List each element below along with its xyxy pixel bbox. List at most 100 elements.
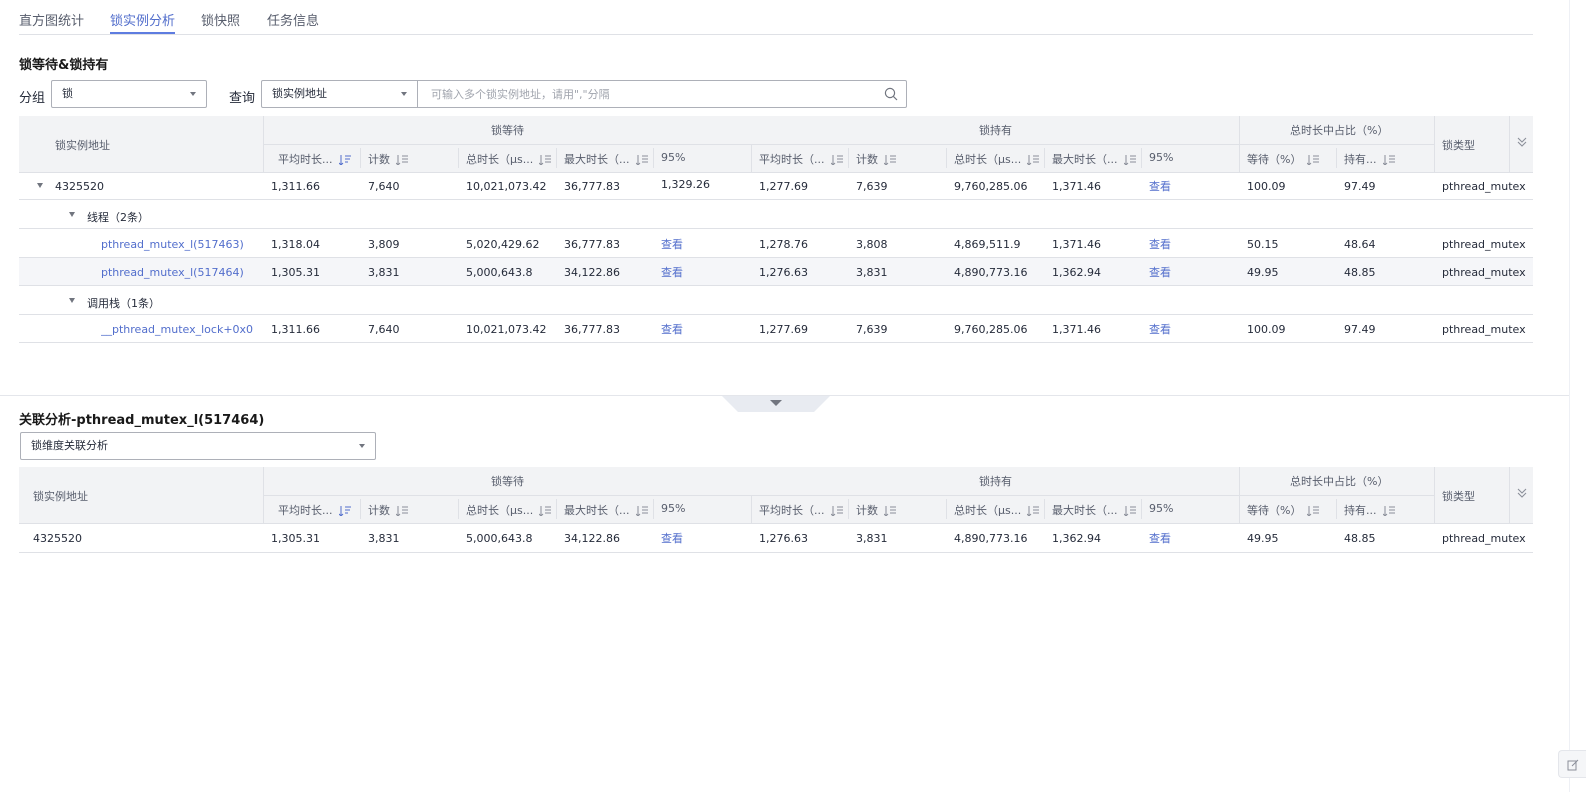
sort-icon[interactable]: [1123, 506, 1136, 516]
col-header-wait-max[interactable]: 最大时长（...: [564, 151, 651, 167]
query-type-select[interactable]: 锁实例地址: [261, 80, 418, 108]
group-label-threads: 线程（2条）: [87, 211, 149, 224]
tree-group-stacks[interactable]: 调用栈（1条）: [19, 287, 1533, 315]
cell-wait-count: 3,831: [368, 266, 400, 279]
sort-icon[interactable]: [338, 506, 351, 516]
cell-ratio-wait: 49.95: [1247, 266, 1279, 279]
feedback-edit-button[interactable]: [1558, 750, 1586, 778]
col-header-hold-max[interactable]: 最大时长（...: [1052, 151, 1139, 167]
sort-icon[interactable]: [635, 155, 648, 165]
sort-icon[interactable]: [830, 155, 843, 165]
col-header-wait-max[interactable]: 最大时长（...: [564, 502, 651, 518]
col-header-ratio-hold[interactable]: 持有...: [1344, 151, 1432, 167]
scrollbar-track[interactable]: [1569, 0, 1570, 792]
thread-link[interactable]: pthread_mutex_l(517464): [101, 266, 261, 279]
cell-wait-total: 5,000,643.8: [466, 266, 533, 279]
search-box: [418, 80, 907, 108]
view-link[interactable]: 查看: [1149, 321, 1171, 337]
tab-lock-snapshot[interactable]: 锁快照: [201, 10, 240, 34]
sort-icon[interactable]: [884, 506, 896, 516]
cell-wait-max: 36,777.83: [564, 238, 620, 251]
dimension-select[interactable]: 锁维度关联分析: [20, 432, 376, 460]
table-row[interactable]: __pthread_mutex_lock+0x0 [lib... 1,311.6…: [19, 315, 1533, 343]
sort-icon[interactable]: [1027, 506, 1040, 516]
sort-icon[interactable]: [635, 506, 648, 516]
sort-icon[interactable]: [1307, 155, 1320, 165]
tree-group-threads[interactable]: 线程（2条）: [19, 201, 1533, 229]
collapse-caret-icon[interactable]: [69, 298, 75, 303]
cell-lock-type: pthread_mutex: [1442, 266, 1526, 279]
table-row[interactable]: pthread_mutex_l(517464) 1,305.31 3,831 5…: [19, 258, 1533, 286]
col-header-hold-total[interactable]: 总时长（μs...: [954, 502, 1042, 518]
table-row[interactable]: 4325520 1,305.31 3,831 5,000,643.8 34,12…: [19, 523, 1533, 553]
view-link[interactable]: 查看: [1149, 178, 1171, 194]
tab-lock-instance[interactable]: 锁实例分析: [110, 10, 176, 34]
sort-icon[interactable]: [884, 155, 896, 165]
sort-icon[interactable]: [1382, 506, 1395, 516]
expand-columns-icon[interactable]: [1516, 487, 1528, 499]
table-row[interactable]: 4325520 1,311.66 7,640 10,021,073.42 36,…: [19, 172, 1533, 200]
tab-histogram[interactable]: 直方图统计: [19, 10, 84, 34]
cell-wait-total: 5,000,643.8: [466, 532, 533, 545]
search-input[interactable]: [431, 81, 871, 107]
dimension-select-value: 锁维度关联分析: [31, 439, 108, 452]
edit-icon: [1567, 759, 1578, 770]
view-link[interactable]: 查看: [661, 264, 683, 280]
cell-ratio-wait: 100.09: [1247, 323, 1286, 336]
col-header-hold-total[interactable]: 总时长（μs...: [954, 151, 1042, 167]
col-header-hold-max[interactable]: 最大时长（...: [1052, 502, 1139, 518]
expand-columns-icon[interactable]: [1516, 136, 1528, 148]
stack-link[interactable]: __pthread_mutex_lock+0x0 [lib...: [101, 323, 257, 336]
sort-icon[interactable]: [1123, 155, 1136, 165]
group-select[interactable]: 锁: [51, 80, 207, 108]
col-header-wait-count[interactable]: 计数: [368, 151, 456, 167]
cell-wait-avg: 1,305.31: [271, 266, 320, 279]
lock-table: 锁实例地址 锁等待 锁持有 总时长中占比（%） 锁类型 平均时长... 计数 总…: [19, 116, 1533, 344]
cell-wait-max: 34,122.86: [564, 266, 620, 279]
sort-icon[interactable]: [539, 155, 552, 165]
col-header-ratio-hold[interactable]: 持有...: [1344, 502, 1432, 518]
cell-lock-type: pthread_mutex: [1442, 323, 1526, 336]
thread-link[interactable]: pthread_mutex_l(517463): [101, 238, 261, 251]
table-row[interactable]: pthread_mutex_l(517463) 1,318.04 3,809 5…: [19, 230, 1533, 258]
col-header-hold-count[interactable]: 计数: [856, 502, 944, 518]
view-link[interactable]: 查看: [1149, 530, 1171, 546]
col-header-wait-count[interactable]: 计数: [368, 502, 456, 518]
sort-icon[interactable]: [396, 506, 408, 516]
cell-hold-count: 3,831: [856, 266, 888, 279]
sort-icon[interactable]: [830, 506, 843, 516]
tab-task-info[interactable]: 任务信息: [267, 10, 319, 34]
col-header-hold-avg[interactable]: 平均时长（...: [759, 151, 846, 167]
cell-hold-avg: 1,276.63: [759, 266, 808, 279]
cell-hold-max: 1,371.46: [1052, 323, 1101, 336]
sort-icon[interactable]: [338, 155, 351, 165]
sort-icon[interactable]: [1027, 155, 1040, 165]
cell-hold-total: 4,890,773.16: [954, 532, 1028, 545]
sort-icon[interactable]: [1382, 155, 1395, 165]
search-icon[interactable]: [884, 87, 898, 101]
col-header-hold-count[interactable]: 计数: [856, 151, 944, 167]
sort-icon[interactable]: [1307, 506, 1320, 516]
col-group-lock-wait: 锁等待: [491, 475, 524, 488]
cell-wait-max: 36,777.83: [564, 323, 620, 336]
view-link[interactable]: 查看: [661, 321, 683, 337]
col-header-wait-total[interactable]: 总时长（μs...: [466, 151, 554, 167]
cell-hold-total: 4,869,511.9: [954, 238, 1021, 251]
col-header-wait-total[interactable]: 总时长（μs...: [466, 502, 554, 518]
view-link[interactable]: 查看: [661, 236, 683, 252]
col-header-ratio-wait[interactable]: 等待（%）: [1247, 151, 1334, 167]
collapse-caret-icon[interactable]: [37, 183, 43, 188]
collapse-panel-button[interactable]: [722, 396, 830, 412]
view-link[interactable]: 查看: [1149, 236, 1171, 252]
col-header-wait-avg[interactable]: 平均时长...: [278, 151, 360, 167]
sort-icon[interactable]: [396, 155, 408, 165]
sort-icon[interactable]: [539, 506, 552, 516]
view-link[interactable]: 查看: [1149, 264, 1171, 280]
col-header-wait-avg[interactable]: 平均时长...: [278, 502, 360, 518]
view-link[interactable]: 查看: [661, 530, 683, 546]
query-type-value: 锁实例地址: [272, 87, 327, 100]
col-header-wait-p95: 95%: [661, 151, 686, 164]
collapse-caret-icon[interactable]: [69, 212, 75, 217]
col-header-hold-avg[interactable]: 平均时长（...: [759, 502, 846, 518]
col-header-ratio-wait[interactable]: 等待（%）: [1247, 502, 1334, 518]
